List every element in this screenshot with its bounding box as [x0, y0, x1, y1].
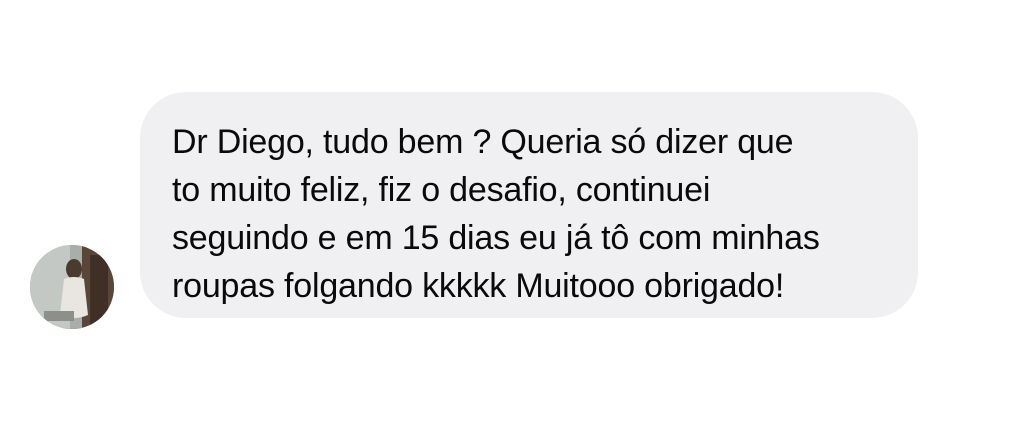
avatar-photo-icon — [30, 245, 114, 329]
sender-avatar[interactable] — [30, 245, 114, 329]
incoming-message-row: Dr Diego, tudo bem ? Queria só dizer que… — [0, 0, 1024, 436]
message-line: seguindo e em 15 dias eu já tô com minha… — [172, 219, 820, 257]
message-line: to muito feliz, fiz o desafio, continuei — [172, 171, 711, 209]
message-bubble[interactable]: Dr Diego, tudo bem ? Queria só dizer que… — [140, 92, 918, 318]
message-line: Dr Diego, tudo bem ? Queria só dizer que — [172, 123, 794, 161]
message-line: roupas folgando kkkkk Muitooo obrigado! — [172, 267, 785, 305]
